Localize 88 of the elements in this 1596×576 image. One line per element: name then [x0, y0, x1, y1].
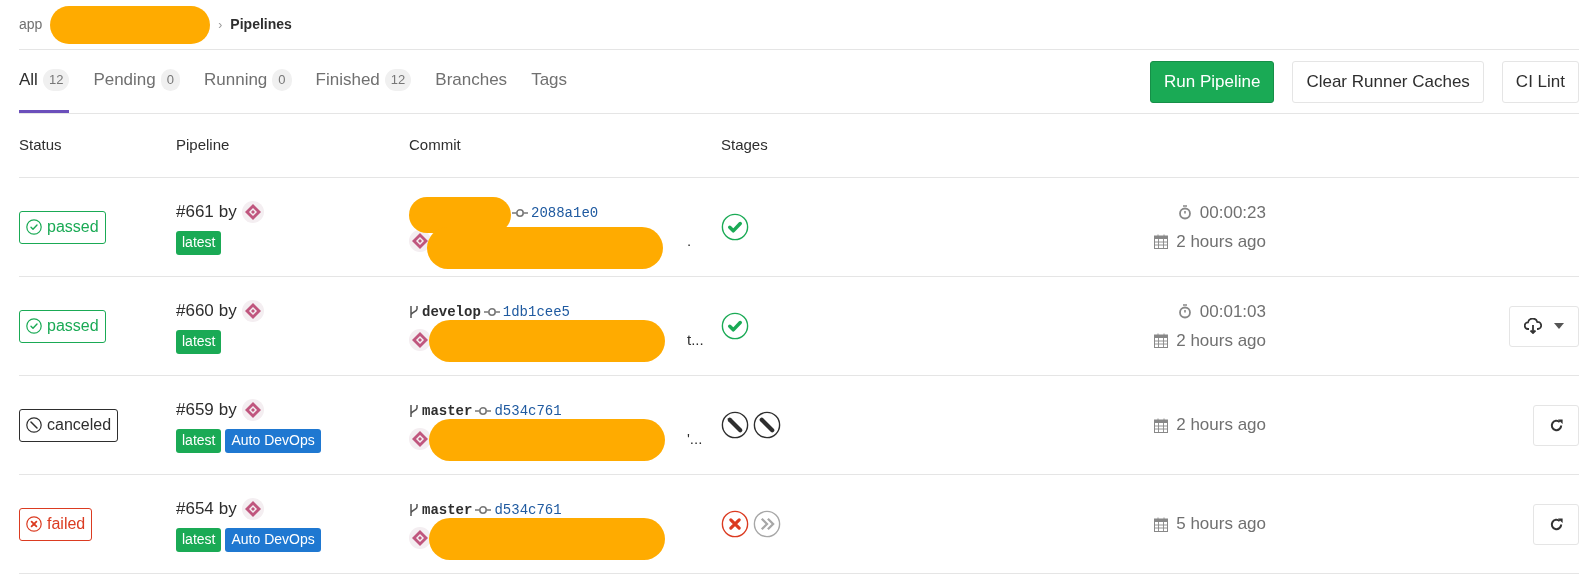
status-badge[interactable]: failed [19, 507, 93, 541]
duration-text: 00:00:23 [1199, 201, 1266, 224]
by-text: by [218, 300, 237, 323]
check-circle-icon [721, 312, 749, 340]
pipeline-link[interactable]: #661 [176, 199, 214, 225]
count-badge: 12 [42, 69, 70, 91]
by-text: by [218, 201, 237, 224]
avatar-icon [409, 527, 431, 549]
pipeline-link[interactable]: #659 [176, 397, 214, 423]
check-circle-icon [721, 213, 749, 241]
branch-icon [409, 404, 419, 418]
commit-icon [483, 307, 500, 317]
count-badge: 0 [272, 69, 292, 91]
pipeline-link[interactable]: #654 [176, 496, 214, 522]
commit-sha[interactable]: 2088a1e0 [531, 202, 599, 224]
commit-sha[interactable]: d534c761 [494, 400, 562, 422]
retry-button[interactable] [1533, 404, 1579, 446]
avatar-icon [241, 498, 264, 520]
pipeline-tag: latest [176, 527, 222, 552]
filter-tab[interactable]: Running 0 [204, 50, 292, 113]
duration-text: 00:01:03 [1199, 300, 1266, 323]
pipeline-tag: Auto DevOps [225, 527, 321, 552]
commit-message[interactable]: '... [687, 427, 703, 451]
by-text: by [218, 498, 237, 521]
filter-tab[interactable]: Finished 12 [315, 50, 412, 113]
branch-name[interactable]: master [422, 400, 473, 422]
filter-tab[interactable]: Pending 0 [93, 50, 180, 113]
avatar-icon [409, 428, 431, 450]
breadcrumb-current: Pipelines [230, 15, 292, 34]
count-badge: 0 [160, 69, 180, 91]
pipeline-tag: latest [176, 329, 222, 354]
calendar-icon [1154, 516, 1169, 532]
avatar-icon [409, 329, 431, 351]
by-text: by [218, 399, 237, 422]
retry-icon [1548, 417, 1564, 433]
breadcrumb-link[interactable]: app [19, 14, 43, 35]
commit-icon [475, 406, 492, 416]
pipeline-tag: Auto DevOps [225, 428, 321, 453]
skip-circle-icon [753, 510, 781, 538]
stopwatch-icon [1177, 204, 1192, 221]
cloud-download-icon [1524, 318, 1542, 334]
branch-icon [409, 305, 419, 319]
toolbar-button[interactable]: CI Lint [1501, 60, 1579, 103]
column-header: Status [19, 135, 63, 156]
finished-time: 2 hours ago [1176, 414, 1266, 437]
x-circle-icon [721, 510, 749, 538]
commit-icon [475, 505, 492, 515]
calendar-icon [1154, 417, 1169, 433]
filter-tab[interactable]: All 12 [19, 50, 70, 113]
commit-icon [512, 208, 528, 218]
artifacts-dropdown-button[interactable] [1509, 305, 1579, 347]
avatar-icon [241, 300, 264, 322]
calendar-icon [1154, 234, 1169, 250]
pipeline-tag: latest [176, 230, 222, 255]
slash-circle-icon [721, 411, 749, 439]
commit-sha[interactable]: d534c761 [494, 499, 562, 521]
filter-tab[interactable]: Tags [531, 50, 568, 113]
check-circle-icon [26, 219, 42, 235]
branch-name[interactable]: develop [422, 301, 481, 323]
column-header: Commit [409, 135, 462, 156]
retry-icon [1548, 516, 1564, 532]
finished-time: 2 hours ago [1176, 330, 1266, 352]
pipeline-link[interactable]: #660 [176, 298, 214, 324]
toolbar-button[interactable]: Clear Runner Caches [1292, 60, 1484, 103]
column-header: Pipeline [176, 135, 231, 156]
retry-button[interactable] [1533, 503, 1579, 545]
slash-circle-icon [26, 417, 42, 433]
pipeline-tag: latest [176, 428, 222, 453]
count-badge: 12 [384, 69, 412, 91]
calendar-icon [1154, 333, 1169, 349]
x-circle-icon [26, 516, 42, 532]
status-badge[interactable]: canceled [19, 408, 119, 442]
avatar-icon [241, 399, 264, 421]
column-header: Stages [721, 135, 768, 156]
avatar-icon [241, 201, 264, 223]
check-circle-icon [26, 318, 42, 334]
finished-time: 5 hours ago [1176, 513, 1266, 536]
stopwatch-icon [1177, 303, 1192, 320]
commit-sha[interactable]: 1db1cee5 [502, 301, 571, 323]
chevron-icon: › [218, 15, 223, 34]
branch-name[interactable]: master [422, 499, 473, 521]
slash-circle-icon [753, 411, 781, 439]
filter-tab[interactable]: Branches [435, 50, 508, 113]
branch-icon [409, 503, 419, 517]
commit-message[interactable]: t... [687, 328, 704, 352]
commit-message[interactable]: . [687, 229, 692, 253]
caret-icon [1554, 323, 1564, 329]
finished-time: 2 hours ago [1176, 231, 1266, 253]
